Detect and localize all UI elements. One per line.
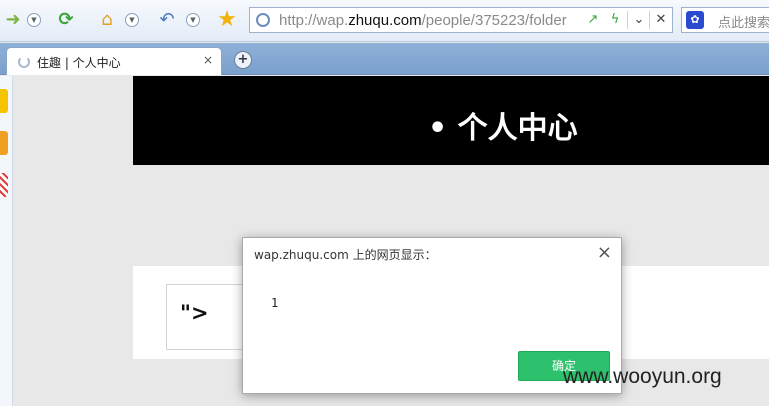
sidebar-item-feeds[interactable]	[0, 131, 8, 155]
tab-bar: 住趣 | 个人中心 × +	[0, 43, 769, 75]
home-icon[interactable]: ⌂	[96, 9, 118, 31]
address-bar[interactable]: http://wap.zhuqu.com/people/375223/folde…	[249, 7, 673, 33]
forward-icon[interactable]: ➜	[2, 9, 24, 31]
new-tab-button[interactable]: +	[234, 51, 252, 69]
folder-card-text: ">	[180, 301, 209, 325]
browser-toolbar: ➜ ▼ ⟳ ⌂ ▼ ↶ ▼ ★ http://wap.zhuqu.com/peo…	[0, 0, 769, 42]
watermark: www.wooyun.org	[563, 365, 722, 388]
undo-dropdown-icon[interactable]: ▼	[186, 13, 200, 27]
sidebar-item-favorites[interactable]	[0, 89, 8, 113]
left-sidebar	[0, 76, 13, 406]
refresh-icon[interactable]: ⟳	[55, 9, 77, 31]
page-header: • 个人中心	[133, 76, 769, 165]
tab-active[interactable]: 住趣 | 个人中心 ×	[6, 47, 222, 75]
undo-icon[interactable]: ↶	[156, 9, 178, 31]
stop-icon[interactable]: ✕	[652, 11, 670, 29]
loading-icon	[18, 56, 30, 68]
site-info-icon[interactable]	[256, 13, 270, 27]
flash-icon[interactable]: ϟ	[606, 11, 624, 29]
dropdown-icon[interactable]: ⌄	[630, 11, 648, 29]
divider	[627, 11, 628, 29]
share-icon[interactable]: ↗	[584, 11, 602, 29]
divider	[649, 11, 650, 29]
home-dropdown-icon[interactable]: ▼	[125, 13, 139, 27]
tab-title: 住趣 | 个人中心	[37, 56, 121, 70]
search-box[interactable]: ✿ 点此搜索	[681, 7, 769, 33]
tab-close-icon[interactable]: ×	[203, 53, 213, 67]
dialog-message: 1	[271, 296, 279, 310]
sidebar-item-notes[interactable]	[0, 173, 8, 197]
star-icon[interactable]: ★	[216, 9, 238, 31]
page-title: • 个人中心	[428, 111, 578, 146]
dialog-title: wap.zhuqu.com 上的网页显示：	[254, 248, 437, 262]
forward-dropdown-icon[interactable]: ▼	[27, 13, 41, 27]
baidu-icon[interactable]: ✿	[686, 11, 704, 29]
search-placeholder: 点此搜索	[718, 16, 769, 31]
address-url[interactable]: http://wap.zhuqu.com/people/375223/folde…	[279, 12, 579, 29]
dialog-close-icon[interactable]: ×	[597, 242, 612, 263]
